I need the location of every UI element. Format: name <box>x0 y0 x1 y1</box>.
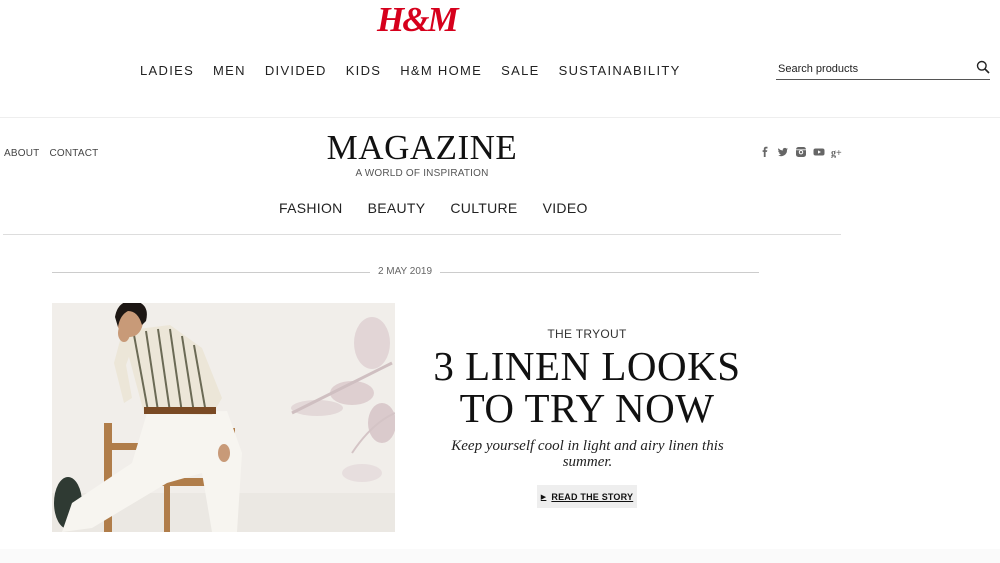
read-the-story-label: READ THE STORY <box>551 491 634 502</box>
tab-video[interactable]: VIDEO <box>543 200 588 216</box>
magazine-sub-nav: FASHION BEAUTY CULTURE VIDEO <box>279 200 613 216</box>
search-box <box>776 59 990 80</box>
twitter-icon[interactable] <box>777 146 789 158</box>
main-nav: LADIES MEN DIVIDED KIDS H&M HOME SALE SU… <box>140 63 700 79</box>
nav-sustainability[interactable]: SUSTAINABILITY <box>559 63 681 79</box>
search-icon[interactable] <box>976 60 990 74</box>
subnav-divider <box>3 234 841 235</box>
tab-beauty[interactable]: BEAUTY <box>368 200 426 216</box>
date-divider-right <box>440 272 759 273</box>
play-arrow-icon: ▶ <box>540 493 547 501</box>
search-input[interactable] <box>776 61 968 77</box>
date-divider-left <box>52 272 370 273</box>
headline-line-2: TO TRY NOW <box>459 385 715 431</box>
footer-strip <box>0 549 1000 563</box>
article-hero-image[interactable] <box>52 303 395 532</box>
headline-line-1: 3 LINEN LOOKS <box>433 343 741 389</box>
facebook-icon[interactable] <box>759 146 771 158</box>
instagram-icon[interactable] <box>795 146 807 158</box>
article-date-row: 2 MAY 2019 <box>52 264 759 280</box>
nav-divided[interactable]: DIVIDED <box>265 63 327 79</box>
article-kicker: THE TRYOUT <box>547 327 627 341</box>
header-divider <box>0 117 1000 118</box>
hm-logo[interactable]: H&M <box>377 2 459 38</box>
magazine-subtitle: A WORLD OF INSPIRATION <box>355 168 489 179</box>
article-date: 2 MAY 2019 <box>377 266 433 277</box>
nav-sale[interactable]: SALE <box>501 63 539 79</box>
google-plus-icon[interactable]: g+ <box>831 146 843 159</box>
nav-ladies[interactable]: LADIES <box>140 63 194 79</box>
article-headline[interactable]: 3 LINEN LOOKS TO TRY NOW <box>412 345 762 429</box>
tab-culture[interactable]: CULTURE <box>450 200 517 216</box>
social-links: g+ <box>759 146 849 159</box>
article-deck: Keep yourself cool in light and airy lin… <box>451 438 724 470</box>
svg-text:g+: g+ <box>831 148 842 158</box>
youtube-icon[interactable] <box>813 146 825 158</box>
magazine-title[interactable]: MAGAZINE <box>0 128 844 168</box>
tab-fashion[interactable]: FASHION <box>279 200 343 216</box>
hero-illustration <box>52 303 395 532</box>
read-the-story-button[interactable]: ▶ READ THE STORY <box>537 485 637 508</box>
nav-hm-home[interactable]: H&M HOME <box>400 63 482 79</box>
nav-kids[interactable]: KIDS <box>346 63 382 79</box>
nav-men[interactable]: MEN <box>213 63 246 79</box>
